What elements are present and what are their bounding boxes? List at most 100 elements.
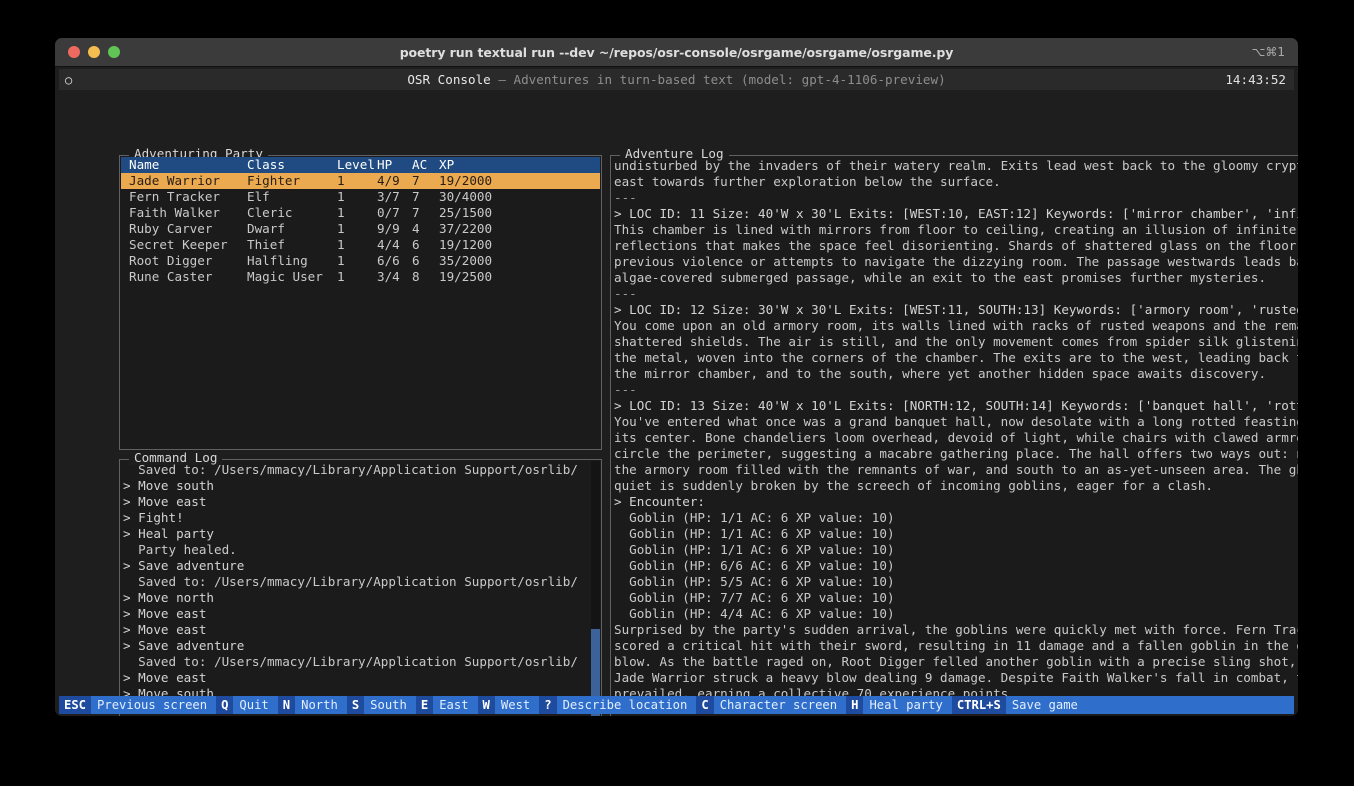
party-cell-filler <box>511 221 600 237</box>
log-line: circle the perimeter, suggesting a macab… <box>614 446 1298 461</box>
footer-key-binding: S <box>346 696 365 714</box>
footer-key-binding: W <box>477 696 495 714</box>
log-line: > Move east <box>123 606 207 621</box>
log-line: Goblin (HP: 1/1 AC: 6 XP value: 10) <box>614 526 895 541</box>
log-line: Saved to: /Users/mmacy/Library/Applicati… <box>123 654 578 669</box>
log-line: Goblin (HP: 7/7 AC: 6 XP value: 10) <box>614 590 895 605</box>
column-header-name[interactable]: Name <box>121 157 239 173</box>
screen-root: poetry run textual run --dev ~/repos/osr… <box>0 0 1354 786</box>
log-line: > Save adventure <box>123 558 245 573</box>
party-table[interactable]: Name Class Level HP AC XP Jade Warrior Fi… <box>121 157 600 285</box>
footer-key-heal-party[interactable]: H Heal party <box>846 696 952 714</box>
footer-key-binding: E <box>415 696 434 714</box>
log-line: > Encounter: <box>614 494 705 509</box>
party-cell-hp: 4/4 <box>377 237 400 252</box>
log-line: --- <box>614 382 637 397</box>
footer-key-north[interactable]: N North <box>277 696 347 714</box>
app-title: OSR Console <box>407 71 499 87</box>
log-line: east towards further exploration below t… <box>614 174 1001 189</box>
party-cell-xp: 37/2200 <box>439 221 493 236</box>
maximize-window-icon[interactable] <box>108 46 120 58</box>
footer-key-binding: C <box>696 696 714 714</box>
footer-key-describe-location[interactable]: ? Describe location <box>539 696 696 714</box>
footer-key-binding: ? <box>539 696 557 714</box>
table-row[interactable]: Fern Tracker Elf 1 3/7 7 30/4000 <box>121 189 600 205</box>
log-line: > Fight! <box>123 510 184 525</box>
log-line: Goblin (HP: 1/1 AC: 6 XP value: 10) <box>614 542 895 557</box>
party-cell-filler <box>511 253 600 269</box>
table-row[interactable]: Rune Caster Magic User 1 3/4 8 19/2500 <box>121 269 600 285</box>
app-subtitle: — Adventures in turn-based text (model: … <box>498 71 946 87</box>
footer-key-quit[interactable]: Q Quit <box>216 696 278 714</box>
footer-key-save-game[interactable]: CTRL+S Save game <box>951 696 1087 714</box>
footer-key-character-screen[interactable]: C Character screen <box>696 696 846 714</box>
adventuring-party-panel: Adventuring Party Name Class Level HP AC <box>119 147 602 450</box>
log-line: You come upon an old armory room, its wa… <box>614 318 1298 333</box>
log-line: blow. As the battle raged on, Root Digge… <box>614 654 1298 669</box>
footer-key-label: West <box>500 698 531 712</box>
log-line: You've entered what once was a grand ban… <box>614 414 1298 429</box>
log-line: Party healed. <box>123 542 237 557</box>
party-cell-xp: 30/4000 <box>439 189 493 204</box>
party-cell-filler <box>511 269 600 285</box>
log-line: the armory room filled with the remnants… <box>614 462 1298 477</box>
party-cell-ac: 7 <box>404 173 431 189</box>
log-line: > LOC ID: 12 Size: 30'W x 30'L Exits: [W… <box>614 302 1298 317</box>
column-header-filler <box>511 157 600 173</box>
party-cell-class: Thief <box>247 237 285 252</box>
table-row[interactable]: Jade Warrior Fighter 1 4/9 7 19/2000 <box>121 173 600 189</box>
command-log-vertical-scrollbar[interactable] <box>591 461 600 716</box>
party-cell-class: Dwarf <box>247 221 285 236</box>
footer-keybar: ESC Previous screen Q Quit N North S South E East… <box>59 696 1294 714</box>
footer-key-east[interactable]: E East <box>415 696 478 714</box>
column-header-class[interactable]: Class <box>239 157 329 173</box>
minimize-window-icon[interactable] <box>88 46 100 58</box>
table-row[interactable]: Ruby Carver Dwarf 1 9/9 4 37/2200 <box>121 221 600 237</box>
table-row[interactable]: Root Digger Halfling 1 6/6 6 35/2000 <box>121 253 600 269</box>
log-line: scored a critical hit with their sword, … <box>614 638 1298 653</box>
log-line: the mirror chamber, and to the south, wh… <box>614 366 1267 381</box>
table-row[interactable]: Secret Keeper Thief 1 4/4 6 19/1200 <box>121 237 600 253</box>
footer-key-binding: H <box>846 696 864 714</box>
command-log-panel: Command Log Saved to: /Users/mmacy/Libra… <box>119 451 602 716</box>
party-cell-hp: 4/9 <box>369 173 404 189</box>
party-cell-filler <box>511 237 600 253</box>
window-title: poetry run textual run --dev ~/repos/osr… <box>399 44 954 60</box>
app-header-center: OSR Console — Adventures in turn-based t… <box>59 72 1294 88</box>
footer-key-label: North <box>301 698 338 712</box>
party-cell-name: Rune Caster <box>129 269 213 284</box>
log-line: Jade Warrior struck a heavy blow dealing… <box>614 670 1298 685</box>
log-line: Goblin (HP: 6/6 AC: 6 XP value: 10) <box>614 558 895 573</box>
log-line: shattered shields. The air is still, and… <box>614 334 1298 349</box>
log-line: --- <box>614 286 637 301</box>
party-cell-hp: 0/7 <box>377 205 400 220</box>
party-cell-level: 1 <box>337 237 345 252</box>
footer-key-binding: ESC <box>59 696 92 714</box>
log-line: > Heal party <box>123 526 214 541</box>
log-line: This chamber is lined with mirrors from … <box>614 222 1297 237</box>
party-cell-level: 1 <box>337 221 345 236</box>
party-cell-hp: 9/9 <box>377 221 400 236</box>
terminal-body: ○ OSR Console — Adventures in turn-based… <box>55 67 1298 716</box>
command-log-text: Saved to: /Users/mmacy/Library/Applicati… <box>123 462 578 714</box>
log-line: Surprised by the party's sudden arrival,… <box>614 622 1298 637</box>
window-controls[interactable] <box>68 46 120 58</box>
close-window-icon[interactable] <box>68 46 80 58</box>
log-line: Goblin (HP: 5/5 AC: 6 XP value: 10) <box>614 574 895 589</box>
party-cell-xp: 19/1200 <box>439 237 493 252</box>
party-cell-filler <box>511 189 600 205</box>
table-row[interactable]: Faith Walker Cleric 1 0/7 7 25/1500 <box>121 205 600 221</box>
party-cell-level: 1 <box>337 189 345 204</box>
log-line: Saved to: /Users/mmacy/Library/Applicati… <box>123 462 578 477</box>
log-line: Goblin (HP: 4/4 AC: 6 XP value: 10) <box>614 606 895 621</box>
column-header-xp[interactable]: XP <box>431 157 511 173</box>
party-cell-level: 1 <box>337 269 345 284</box>
footer-key-west[interactable]: W West <box>477 696 540 714</box>
column-header-level[interactable]: Level <box>329 157 375 173</box>
footer-key-previous-screen[interactable]: ESC Previous screen <box>59 696 216 714</box>
footer-key-binding: CTRL+S <box>951 696 1006 714</box>
log-line: reflections that makes the space feel di… <box>614 238 1298 253</box>
party-cell-name: Root Digger <box>129 253 213 268</box>
column-header-ac[interactable]: AC <box>404 157 431 173</box>
footer-key-south[interactable]: S South <box>346 696 416 714</box>
